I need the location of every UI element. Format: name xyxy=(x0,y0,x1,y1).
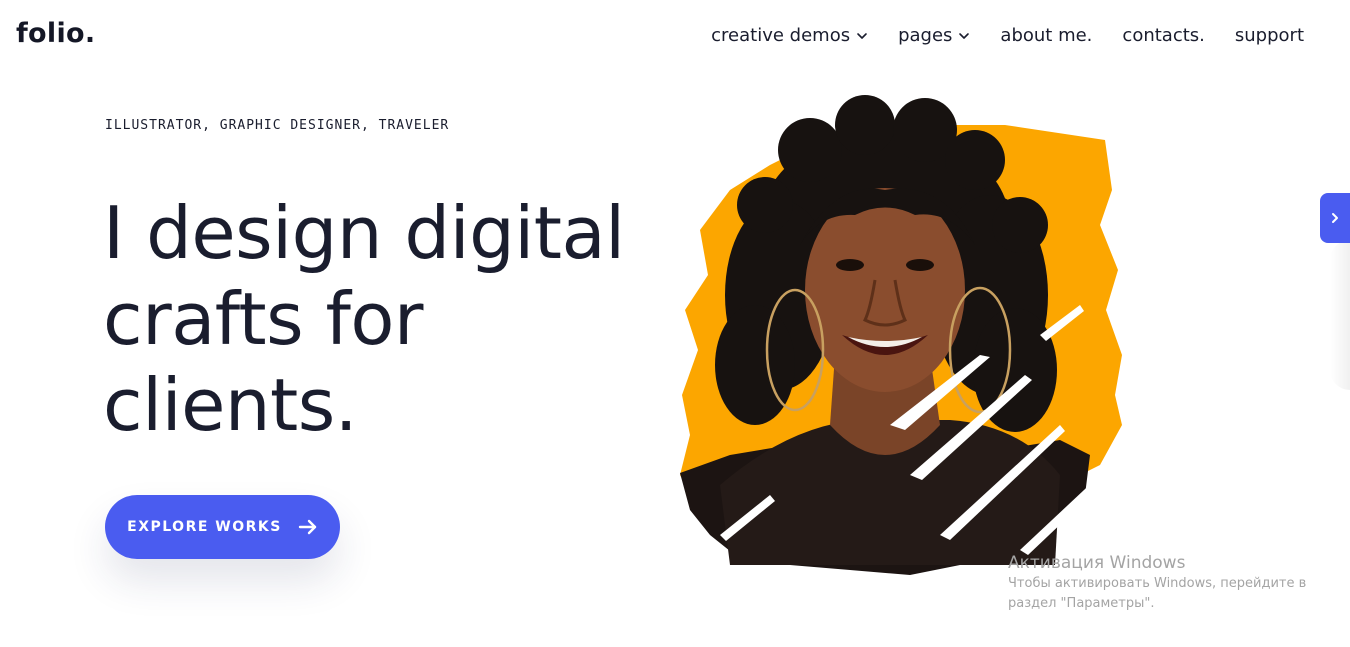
portrait-eye-left xyxy=(836,259,864,271)
main-nav: creative demos pages about me. contacts.… xyxy=(711,25,1304,46)
nav-item-pages[interactable]: pages xyxy=(898,25,970,46)
headline-line: crafts for xyxy=(103,277,424,361)
side-panel-toggle[interactable] xyxy=(1320,193,1350,243)
nav-item-contacts[interactable]: contacts. xyxy=(1122,25,1204,46)
watermark-line: Чтобы активировать Windows, перейдите в xyxy=(1008,576,1307,591)
headline-line: clients. xyxy=(103,363,358,447)
site-logo[interactable]: folio. xyxy=(16,18,95,49)
hero-eyebrow: ILLUSTRATOR, GRAPHIC DESIGNER, TRAVELER xyxy=(105,118,450,133)
page: folio. creative demos pages about me. co… xyxy=(0,0,1350,647)
nav-item-label: contacts. xyxy=(1122,25,1205,46)
nav-item-support[interactable]: support xyxy=(1235,25,1304,46)
nav-item-label: pages xyxy=(898,25,953,46)
nav-item-creative-demos[interactable]: creative demos xyxy=(711,25,868,46)
explore-works-label: EXPLORE WORKS xyxy=(127,519,282,535)
nav-item-about-me[interactable]: about me. xyxy=(1000,25,1092,46)
nav-item-label: about me. xyxy=(1000,25,1093,46)
chevron-down-icon xyxy=(857,32,867,39)
nav-item-label: creative demos xyxy=(711,25,851,46)
hero-portrait-illustration xyxy=(680,95,1122,575)
windows-activation-watermark: Активация Windows Чтобы активировать Win… xyxy=(1008,552,1338,614)
side-panel-shadow xyxy=(1330,240,1350,390)
explore-works-button[interactable]: EXPLORE WORKS xyxy=(105,495,340,559)
arrow-right-icon xyxy=(298,519,317,535)
headline-line: I design digital xyxy=(103,191,625,275)
chevron-right-icon xyxy=(1332,213,1338,223)
watermark-line: раздел "Параметры". xyxy=(1008,596,1155,611)
watermark-title: Активация Windows xyxy=(1008,553,1186,573)
hero-headline: I design digital crafts for clients. xyxy=(103,190,703,448)
portrait-eye-right xyxy=(906,259,934,271)
nav-item-label: support xyxy=(1234,25,1304,46)
chevron-down-icon xyxy=(959,32,970,39)
